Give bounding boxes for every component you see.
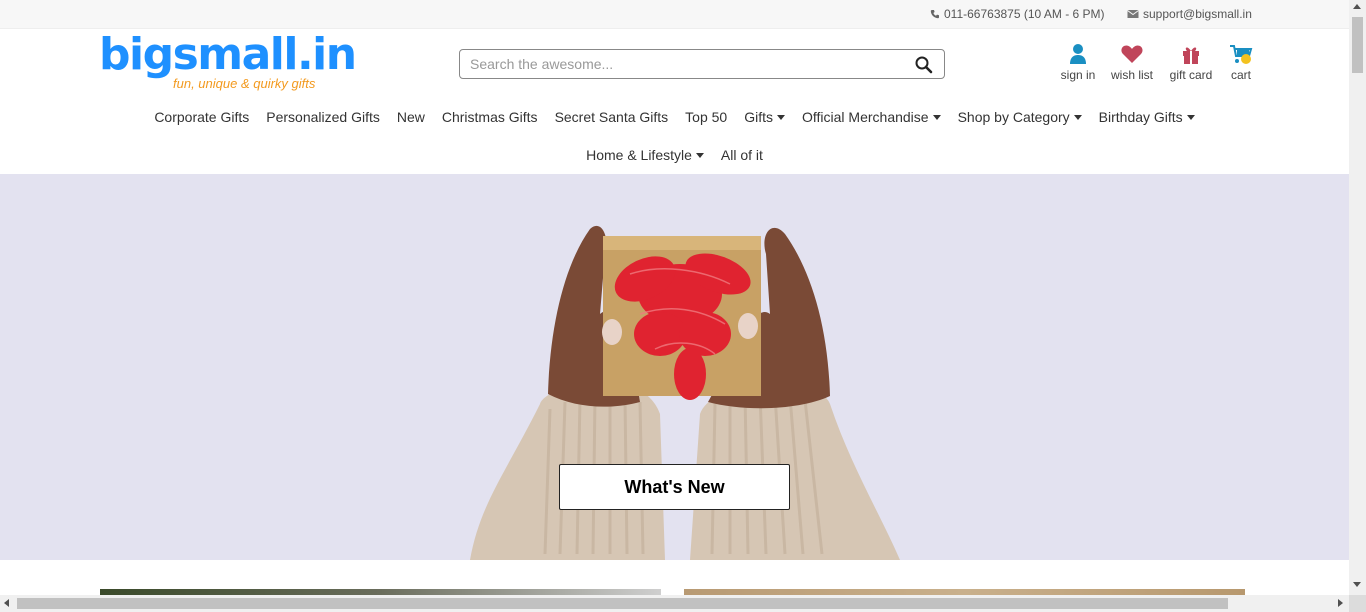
nav-item-personalized-gifts[interactable]: Personalized Gifts: [266, 109, 380, 125]
email-contact[interactable]: support@bigsmall.in: [1127, 7, 1252, 21]
gift-icon: [1183, 47, 1199, 64]
logo-tagline: fun, unique & quirky gifts: [173, 76, 316, 91]
scroll-up-arrow-icon[interactable]: [1353, 4, 1361, 9]
search-icon[interactable]: [914, 55, 934, 75]
sign-in-link[interactable]: sign in: [1059, 43, 1097, 82]
envelope-icon: [1127, 10, 1139, 18]
phone-contact: 011-66763875 (10 AM - 6 PM): [930, 7, 1105, 21]
nav-item-corporate-gifts[interactable]: Corporate Gifts: [154, 109, 249, 125]
search-box: [459, 49, 945, 79]
nav-item-shop-by-category[interactable]: Shop by Category: [958, 109, 1082, 125]
gift-card-label: gift card: [1169, 68, 1213, 82]
wish-list-link[interactable]: wish list: [1109, 43, 1155, 82]
nav-item-all-of-it[interactable]: All of it: [721, 147, 763, 163]
nav-item-birthday-gifts[interactable]: Birthday Gifts: [1099, 109, 1195, 125]
caret-down-icon: [1186, 114, 1195, 120]
phone-number: 011-66763875 (10 AM - 6 PM): [944, 7, 1105, 21]
scroll-left-arrow-icon[interactable]: [4, 599, 9, 607]
cart-label: cart: [1230, 68, 1251, 82]
cart-link[interactable]: cart: [1226, 43, 1256, 82]
caret-down-icon: [777, 114, 785, 120]
nav-item-new[interactable]: New: [397, 109, 425, 125]
top-contact-bar: 011-66763875 (10 AM - 6 PM) support@bigs…: [0, 0, 1349, 29]
sign-in-label: sign in: [1060, 68, 1096, 82]
nav-item-gifts[interactable]: Gifts: [744, 109, 785, 125]
vertical-scroll-thumb[interactable]: [1352, 17, 1363, 73]
main-nav-row-1: Corporate Gifts Personalized Gifts New C…: [0, 109, 1349, 125]
main-nav-row-2: Home & Lifestyle All of it: [0, 147, 1349, 163]
scroll-down-arrow-icon[interactable]: [1353, 582, 1361, 587]
site-logo[interactable]: bigsmall.in fun, unique & quirky gifts: [99, 29, 357, 94]
caret-down-icon: [1073, 114, 1082, 120]
wish-list-label: wish list: [1110, 68, 1153, 82]
heart-icon: [1121, 45, 1143, 63]
cart-icon: [1230, 45, 1253, 64]
scroll-right-arrow-icon[interactable]: [1338, 599, 1343, 607]
vertical-scrollbar[interactable]: [1349, 0, 1366, 595]
gift-card-link[interactable]: gift card: [1168, 43, 1214, 82]
nav-item-christmas-gifts[interactable]: Christmas Gifts: [442, 109, 538, 125]
whats-new-button[interactable]: What's New: [559, 464, 790, 510]
horizontal-scrollbar[interactable]: [0, 595, 1349, 612]
scrollbar-corner: [1349, 595, 1366, 612]
user-icon: [1070, 44, 1086, 64]
logo-wordmark: bigsmall.in: [99, 29, 357, 80]
nav-item-secret-santa-gifts[interactable]: Secret Santa Gifts: [555, 109, 669, 125]
caret-down-icon: [932, 114, 941, 120]
nav-item-official-merchandise[interactable]: Official Merchandise: [802, 109, 941, 125]
phone-icon: [930, 10, 939, 19]
horizontal-scroll-thumb[interactable]: [17, 598, 1228, 609]
caret-down-icon: [695, 152, 704, 158]
nav-item-top-50[interactable]: Top 50: [685, 109, 727, 125]
support-email[interactable]: support@bigsmall.in: [1143, 7, 1252, 21]
search-input[interactable]: [460, 50, 900, 78]
nav-item-home-lifestyle[interactable]: Home & Lifestyle: [586, 147, 704, 163]
